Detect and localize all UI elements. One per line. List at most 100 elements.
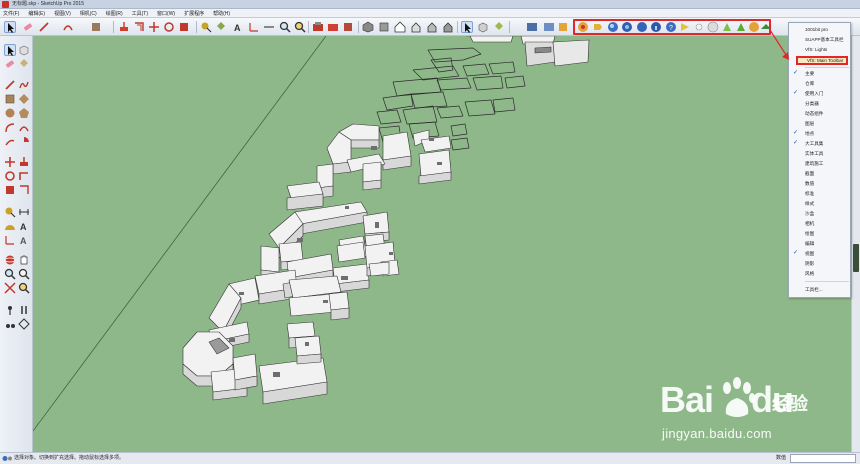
3d-text-icon[interactable]: A [18,234,30,246]
menu-item-styles[interactable]: 样式 [789,199,850,208]
menu-item-standard[interactable]: 标准 [789,189,850,198]
menu-item-measurements[interactable]: 数值 [789,179,850,188]
tape-measure-icon[interactable] [200,21,212,33]
tray-handle[interactable] [853,244,859,272]
zoom-icon[interactable] [279,21,291,33]
menu-item-classifier[interactable]: 分类器 [789,99,850,108]
menu-view[interactable]: 视图(V) [54,10,71,17]
scale-icon[interactable] [178,21,190,33]
arc-tool-icon[interactable] [62,21,74,33]
pie-icon[interactable] [18,136,30,148]
circle-icon[interactable] [4,107,16,119]
text-tool-icon[interactable]: A [232,21,244,33]
zoom-extents-icon[interactable] [4,282,16,294]
section-plane-icon[interactable] [18,318,30,330]
protractor-icon[interactable] [4,220,16,232]
menu-item-principal[interactable]: ✓ 主要 [789,69,850,78]
menu-item-suapp[interactable]: SUAPP基本工具栏 [789,35,850,44]
push-pull-icon[interactable] [18,156,30,168]
zoom-icon[interactable] [4,268,16,280]
menu-help[interactable]: 帮助(H) [213,10,230,17]
look-around-icon[interactable] [4,318,16,330]
dimension-icon[interactable] [263,21,275,33]
zoom-window-icon[interactable] [18,268,30,280]
component-icon[interactable] [477,21,489,33]
menu-item-warehouse[interactable]: 仓库 [789,79,850,88]
menu-item-section[interactable]: 截面 [789,169,850,178]
menu-draw[interactable]: 绘图(R) [106,10,123,17]
iso-view-icon[interactable] [362,21,374,33]
status-info-icon[interactable] [2,455,12,462]
menu-item-vfs-lights[interactable]: VfS: Lights [789,45,850,54]
measurements-input[interactable] [790,454,856,463]
follow-me-icon[interactable] [18,170,30,182]
make-component-icon[interactable] [18,44,30,56]
select-arrow-icon[interactable] [461,21,473,33]
two-point-arc-icon[interactable] [18,122,30,134]
rotate-icon[interactable] [163,21,175,33]
offset-icon[interactable] [18,184,30,196]
previous-view-icon[interactable] [18,282,30,294]
sandbox-icon[interactable] [526,21,538,33]
menu-item-style[interactable]: 风格 [789,269,850,278]
menu-camera[interactable]: 相机(C) [80,10,97,17]
menu-item-large-tool-set[interactable]: ✓ 大工具集 [789,139,850,148]
top-view-icon[interactable] [378,21,390,33]
menu-item-edit[interactable]: 编辑 [789,239,850,248]
menu-item-drawing[interactable]: 绘图 [789,229,850,238]
menu-item-solid-tools[interactable]: 实体工具 [789,149,850,158]
scale-icon[interactable] [4,184,16,196]
menu-item-toolbars[interactable]: 工具栏... [789,285,850,294]
move-icon[interactable] [148,21,160,33]
zoom-extents-icon[interactable] [294,21,306,33]
layout-icon[interactable] [342,21,354,33]
eraser-icon[interactable] [22,21,34,33]
three-point-arc-icon[interactable] [4,136,16,148]
menu-file[interactable]: 文件(F) [3,10,19,17]
shape-tool-icon[interactable] [90,21,102,33]
rotate-icon[interactable] [4,170,16,182]
menu-window[interactable]: 窗口(W) [157,10,175,17]
walk-icon[interactable] [18,304,30,316]
arc-icon[interactable] [4,122,16,134]
eraser-icon[interactable] [4,58,16,70]
front-view-icon[interactable] [394,21,406,33]
section-plane-icon[interactable] [557,21,569,33]
extension-warehouse-icon[interactable] [327,21,339,33]
rectangle-icon[interactable] [4,93,16,105]
paint-bucket-icon[interactable] [215,21,227,33]
freehand-icon[interactable] [18,79,30,91]
menu-item-1001bit-pro[interactable]: 1001bit pro [789,25,850,34]
menu-tools[interactable]: 工具(T) [132,10,148,17]
back-view-icon[interactable] [426,21,438,33]
menu-item-dynamic-components[interactable]: 动态组件 [789,109,850,118]
right-view-icon[interactable] [410,21,422,33]
line-tool-icon[interactable] [38,21,50,33]
menu-item-vfs-main-toolbar[interactable]: ✓VfS: Main Toolbar [796,56,848,65]
dimension-icon[interactable] [18,206,30,218]
menu-item-sandbox[interactable]: 沙盒 [789,209,850,218]
menu-item-layers[interactable]: 图层 [789,119,850,128]
menu-item-shadows[interactable]: 阴影 [789,259,850,268]
move-icon[interactable] [4,156,16,168]
tape-measure-icon[interactable] [4,206,16,218]
menu-extensions[interactable]: 扩展程序 [184,10,204,17]
menu-item-construction[interactable]: 建筑施工 [789,159,850,168]
menu-edit[interactable]: 编辑(E) [28,10,45,17]
paint-icon[interactable] [493,21,505,33]
menu-item-location[interactable]: ✓ 地点 [789,129,850,138]
axes-icon[interactable] [4,234,16,246]
select-tool-icon[interactable] [4,44,16,56]
line-tool-icon[interactable] [4,79,16,91]
position-camera-icon[interactable] [4,304,16,316]
menu-item-camera[interactable]: 相机 [789,219,850,228]
polygon-icon[interactable] [18,107,30,119]
select-tool-icon[interactable] [4,21,16,33]
push-pull-icon[interactable] [118,21,130,33]
pan-icon[interactable] [18,254,30,266]
offset-icon[interactable] [133,21,145,33]
menu-item-views[interactable]: ✓ 视图 [789,249,850,258]
paint-bucket-icon[interactable] [18,58,30,70]
styles-icon[interactable] [543,21,555,33]
left-view-icon[interactable] [442,21,454,33]
